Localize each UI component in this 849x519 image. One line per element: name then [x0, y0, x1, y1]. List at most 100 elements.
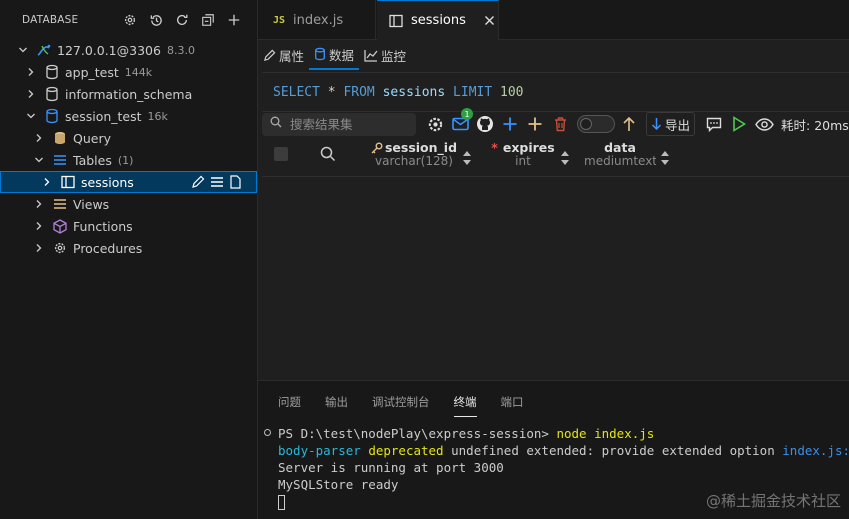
edit-icon[interactable] — [191, 175, 205, 192]
tab-sessions[interactable]: sessions — [377, 0, 499, 40]
search-box — [262, 112, 416, 136]
terminal-line: body-parser deprecated undefined extende… — [278, 442, 849, 459]
history-icon[interactable] — [147, 10, 165, 30]
sql-operator: * — [327, 84, 336, 100]
sort-icon[interactable] — [660, 150, 670, 166]
chevron-right-icon[interactable] — [32, 219, 46, 233]
add-connection-icon[interactable] — [225, 10, 243, 30]
tree-item-sessions-table[interactable]: sessions — [0, 171, 257, 193]
table-icon — [389, 14, 403, 28]
panel-tab-ports[interactable]: 端口 — [501, 391, 524, 417]
subtab-label: 属性 — [279, 48, 305, 64]
panel-tab-terminal[interactable]: 终端 — [453, 391, 477, 417]
terminal-command: node index.js — [556, 426, 655, 441]
add-row-icon[interactable] — [499, 113, 521, 135]
tree-item-meta: (1) — [117, 153, 134, 167]
chevron-right-icon[interactable] — [40, 175, 54, 189]
column-header-expires[interactable]: * expires int — [488, 140, 558, 168]
sql-table-name: sessions — [382, 84, 446, 100]
sort-icon[interactable] — [462, 150, 472, 166]
tree-item-procedures[interactable]: Procedures — [0, 237, 257, 259]
terminal-warning-package: body-parser — [278, 443, 361, 458]
collapse-all-icon[interactable] — [199, 10, 217, 30]
tree-item-information-schema[interactable]: information_schema — [0, 83, 257, 105]
column-type: varchar(128) — [375, 154, 453, 168]
database-icon — [44, 64, 60, 80]
chevron-right-icon[interactable] — [32, 131, 46, 145]
panel-tab-debug-console[interactable]: 调试控制台 — [372, 391, 430, 417]
tree-item-tables[interactable]: Tables (1) — [0, 149, 257, 171]
tree-item-session-test[interactable]: session_test 16k — [0, 105, 257, 127]
chart-icon — [364, 49, 378, 62]
terminal-warning-message: undefined extended: provide extended opt… — [451, 443, 775, 458]
column-header-data[interactable]: data mediumtext — [584, 140, 656, 168]
chevron-right-icon[interactable] — [24, 87, 38, 101]
chevron-right-icon[interactable] — [32, 197, 46, 211]
query-timing: 耗时: 20ms — [781, 117, 849, 133]
settings-icon[interactable] — [121, 10, 139, 30]
tab-label: sessions — [411, 13, 466, 28]
column-header-session-id[interactable]: session_id varchar(128) — [368, 140, 460, 168]
panel-tab-output[interactable]: 输出 — [325, 391, 348, 417]
subtab-label: 数据 — [329, 47, 355, 63]
tree-item-label: sessions — [81, 174, 134, 190]
notification-count-badge: 1 — [461, 108, 473, 120]
arrow-up-icon[interactable] — [618, 113, 640, 135]
chevron-right-icon[interactable] — [32, 241, 46, 255]
comment-icon[interactable] — [703, 113, 725, 135]
chevron-right-icon[interactable] — [24, 65, 38, 79]
tree-item-label: Tables — [73, 152, 112, 168]
export-button[interactable]: 导出 — [646, 112, 696, 136]
toggle-switch[interactable] — [577, 115, 615, 133]
tree-item-meta: 16k — [147, 109, 168, 123]
tree-item-views[interactable]: Views — [0, 193, 257, 215]
delete-icon[interactable] — [549, 113, 571, 135]
subtab-monitor[interactable]: 监控 — [359, 40, 411, 70]
tree-item-functions[interactable]: Functions — [0, 215, 257, 237]
search-icon[interactable] — [320, 146, 336, 166]
sql-keyword: FROM — [343, 84, 375, 100]
panel-tab-problems[interactable]: 问题 — [278, 391, 301, 417]
editor-tabs: JS index.js sessions — [258, 0, 849, 40]
tree-item-label: Functions — [73, 218, 133, 234]
sort-icon[interactable] — [560, 150, 570, 166]
result-grid-header: session_id varchar(128) * expires int dat… — [262, 138, 849, 177]
search-results-input[interactable] — [288, 115, 410, 133]
sql-query-editor[interactable]: SELECT * FROM sessions LIMIT 100 — [262, 72, 849, 112]
functions-icon — [52, 218, 68, 234]
required-marker: * — [491, 140, 498, 155]
table-editor: 属性 数据 监控 SELECT * FROM sessions LIMIT 10… — [258, 40, 849, 380]
tab-index-js[interactable]: JS index.js — [258, 0, 376, 40]
procedures-icon — [52, 240, 68, 256]
close-icon[interactable] — [484, 15, 495, 26]
tree-item-connection[interactable]: 127.0.0.1@3306 8.3.0 — [0, 39, 257, 61]
mail-icon[interactable]: 1 — [449, 108, 473, 135]
table-icon — [60, 174, 76, 190]
chevron-down-icon[interactable] — [24, 109, 38, 123]
sql-keyword: SELECT — [273, 84, 320, 100]
tree-item-query[interactable]: Query — [0, 127, 257, 149]
list-icon[interactable] — [210, 175, 224, 192]
settings-icon[interactable] — [424, 113, 446, 135]
select-all-checkbox[interactable] — [274, 147, 288, 161]
eye-icon[interactable] — [753, 113, 775, 135]
chevron-down-icon[interactable] — [32, 153, 46, 167]
tree-item-label: session_test — [65, 108, 142, 124]
terminal-file-link[interactable]: index.js:25:17 — [782, 442, 849, 459]
panel-tabs: 问题 输出 调试控制台 终端 端口 — [278, 391, 548, 417]
run-icon[interactable] — [728, 113, 750, 135]
subtab-properties[interactable]: 属性 — [258, 40, 309, 70]
tree-item-app-test[interactable]: app_test 144k — [0, 61, 257, 83]
terminal-cursor — [278, 495, 285, 510]
file-icon[interactable] — [229, 175, 242, 192]
chevron-down-icon[interactable] — [16, 43, 30, 57]
command-status-dot[interactable] — [264, 429, 271, 436]
insert-icon[interactable] — [524, 113, 546, 135]
sidebar-actions — [121, 10, 243, 30]
terminal-prompt: PS D:\test\nodePlay\express-session> — [278, 426, 549, 441]
github-icon[interactable] — [474, 113, 496, 135]
tables-icon — [52, 152, 68, 168]
refresh-icon[interactable] — [173, 10, 191, 30]
subtab-data[interactable]: 数据 — [309, 40, 360, 70]
column-type: int — [515, 154, 531, 168]
